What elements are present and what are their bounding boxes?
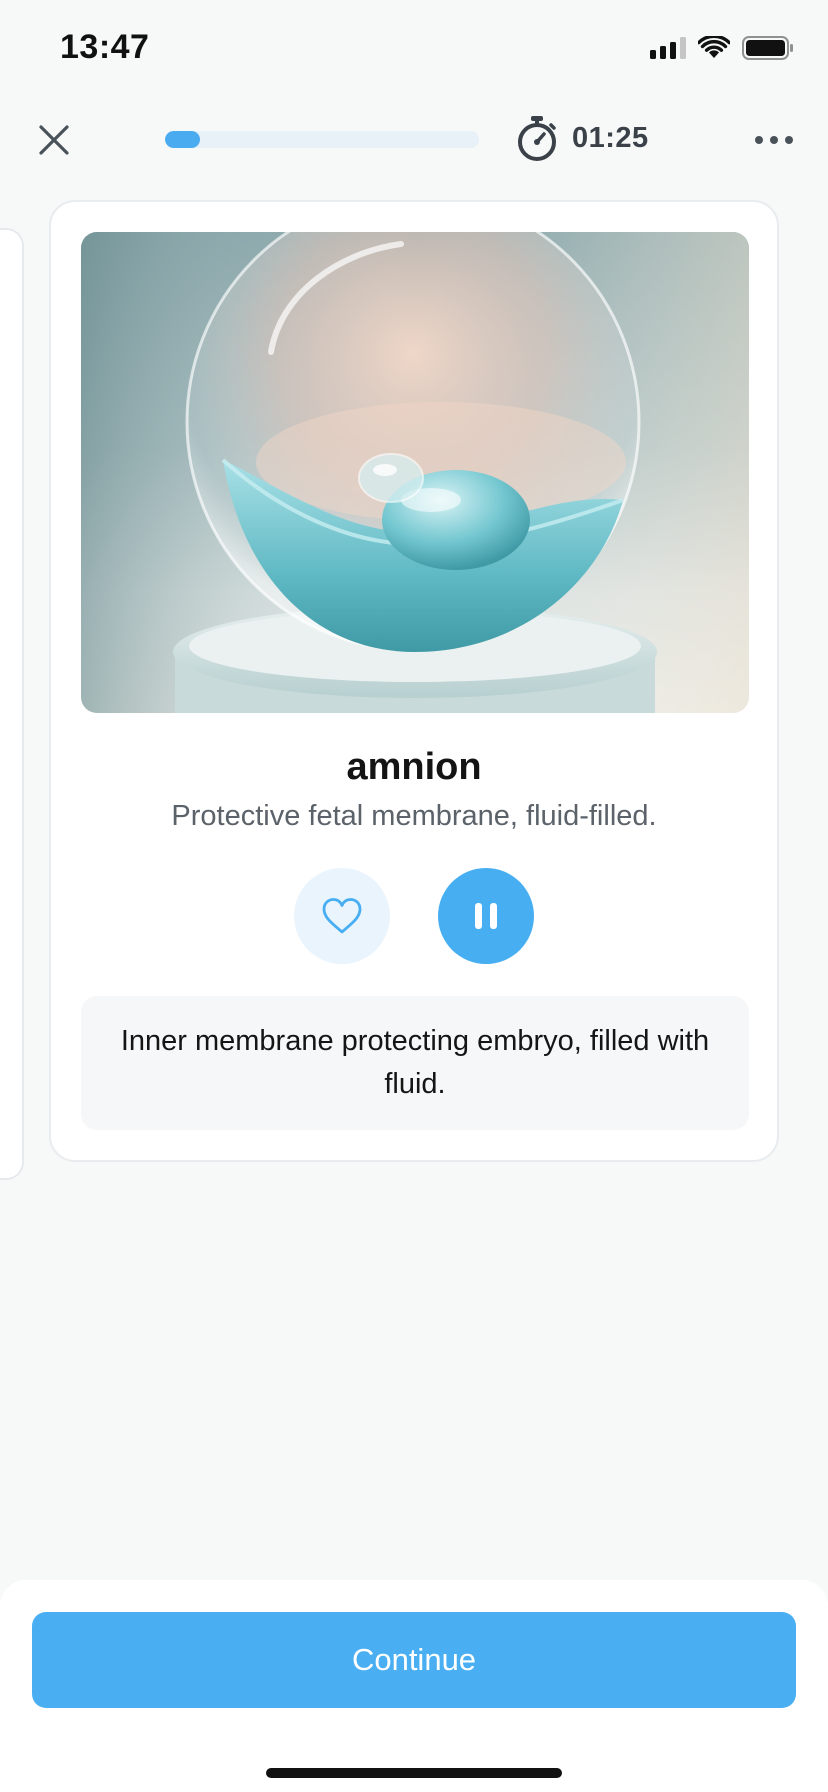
term-short-definition: Protective fetal membrane, fluid-filled. xyxy=(171,800,657,832)
previous-card-peek[interactable] xyxy=(0,228,24,1180)
status-icons xyxy=(650,36,794,60)
term-title: amnion xyxy=(346,746,482,788)
definition-text: Inner membrane protecting embryo, filled… xyxy=(120,1025,710,1100)
bottom-panel: Continue xyxy=(0,1580,828,1792)
session-timer: 01:25 xyxy=(516,115,649,161)
favorite-button[interactable] xyxy=(294,868,390,964)
status-time: 13:47 xyxy=(60,28,150,66)
home-indicator xyxy=(266,1768,562,1778)
close-button[interactable] xyxy=(32,118,76,162)
amnion-illustration xyxy=(81,232,749,713)
more-options-button[interactable] xyxy=(750,122,798,158)
cellular-signal-icon xyxy=(650,37,686,59)
battery-icon xyxy=(742,36,793,60)
flashcard-screen: 13:47 01:25 amnion Protective fetal memb… xyxy=(0,0,828,1792)
close-icon xyxy=(39,125,69,155)
heart-icon xyxy=(322,898,362,934)
status-bar: 13:47 xyxy=(0,0,828,100)
continue-button[interactable]: Continue xyxy=(32,1612,796,1708)
timer-text: 01:25 xyxy=(572,121,649,154)
more-horizontal-icon xyxy=(755,136,793,144)
wifi-icon xyxy=(698,36,730,58)
lesson-progress-fill xyxy=(165,131,200,148)
card-actions xyxy=(51,868,777,964)
pause-icon xyxy=(475,903,497,929)
flashcard: amnion Protective fetal membrane, fluid-… xyxy=(49,200,779,1162)
pause-audio-button[interactable] xyxy=(438,868,534,964)
lesson-progress-bar xyxy=(165,131,479,148)
definition-box: Inner membrane protecting embryo, filled… xyxy=(81,996,749,1130)
top-bar: 01:25 xyxy=(0,100,828,180)
stopwatch-icon xyxy=(518,116,556,161)
